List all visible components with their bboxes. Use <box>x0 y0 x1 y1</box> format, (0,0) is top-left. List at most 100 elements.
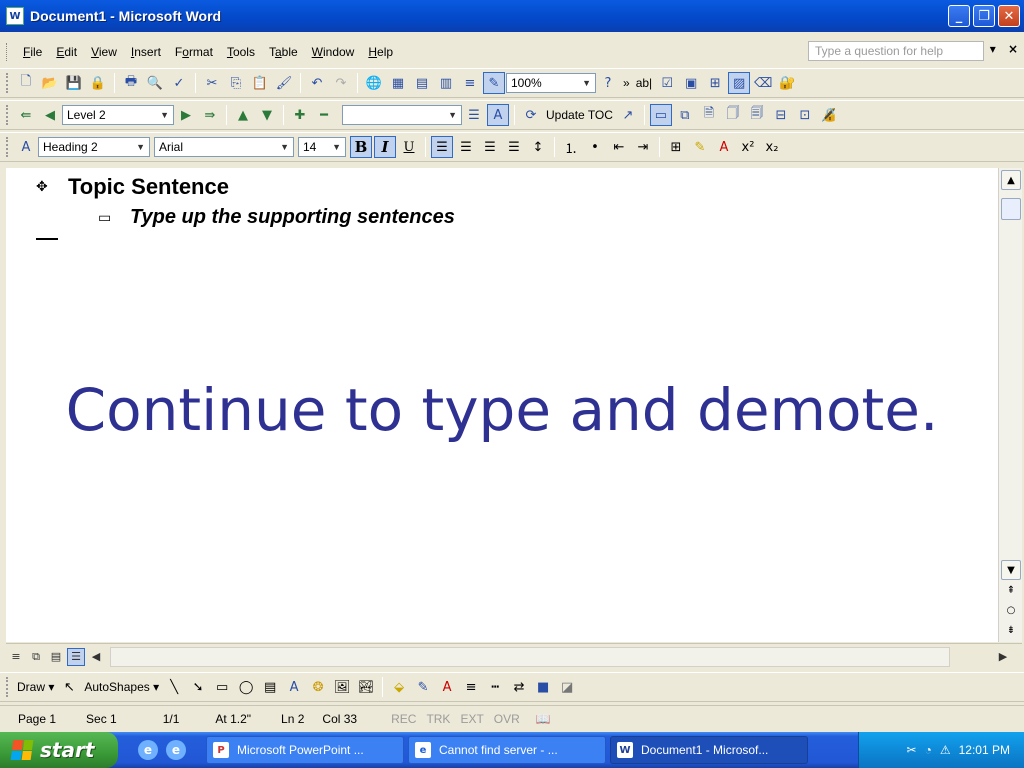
menu-table[interactable]: Table <box>262 43 305 61</box>
subscript-icon[interactable]: x₂ <box>761 136 783 158</box>
lock-document-icon[interactable]: 🔏 <box>818 104 840 126</box>
drawing-icon[interactable]: ✎ <box>483 72 505 94</box>
font-color-icon[interactable]: A <box>436 676 458 698</box>
print-preview-icon[interactable]: 🔍 <box>144 72 166 94</box>
line-spacing-icon[interactable]: ↕ <box>527 136 549 158</box>
menu-edit[interactable]: Edit <box>49 43 84 61</box>
spelling-icon[interactable]: ✓ <box>168 72 190 94</box>
underline-button[interactable]: U <box>398 136 420 158</box>
outline-heading-level2[interactable]: ▭ Type up the supporting sentences <box>98 206 455 229</box>
split-subdocument-icon[interactable]: ⊡ <box>794 104 816 126</box>
collapse-subdocuments-icon[interactable]: ⧉ <box>674 104 696 126</box>
select-objects-icon[interactable]: ↖ <box>58 676 80 698</box>
show-first-line-only-icon[interactable]: ☰ <box>463 104 485 126</box>
permission-icon[interactable]: 🔒 <box>87 72 109 94</box>
outline-level-select[interactable]: Level 2 ▼ <box>62 105 174 125</box>
network-tray-icon[interactable]: ◔ <box>925 743 932 757</box>
scissors-tray-icon[interactable]: ✂ <box>907 743 917 757</box>
insert-picture-icon[interactable]: 🏞 <box>355 676 377 698</box>
reset-form-fields-icon[interactable]: ⌫ <box>752 72 774 94</box>
vertical-scrollbar[interactable]: ▲ ▼ ⇞ ○ ⇟ <box>998 168 1022 642</box>
italic-button[interactable]: I <box>374 136 396 158</box>
promote-icon[interactable]: ◀ <box>39 104 61 126</box>
demote-to-body-icon[interactable]: ⇛ <box>199 104 221 126</box>
show-level-select[interactable]: ▼ <box>342 105 462 125</box>
print-icon[interactable]: 🖶 <box>120 72 142 94</box>
cut-icon[interactable]: ✂ <box>201 72 223 94</box>
toolbar-grip[interactable] <box>6 73 10 93</box>
scroll-left-icon[interactable]: ◀ <box>87 648 105 666</box>
toolbar-options-chevron[interactable]: » <box>620 76 633 90</box>
oval-icon[interactable]: ◯ <box>235 676 257 698</box>
web-layout-view-icon[interactable]: ⧉ <box>27 648 45 666</box>
arrow-style-icon[interactable]: ⇄ <box>508 676 530 698</box>
close-button[interactable]: ✕ <box>998 5 1020 27</box>
go-to-toc-icon[interactable]: ↗ <box>617 104 639 126</box>
minimize-button[interactable]: _ <box>948 5 970 27</box>
print-layout-view-icon[interactable]: ▤ <box>47 648 65 666</box>
status-record-macro[interactable]: REC <box>357 712 416 726</box>
hyperlink-icon[interactable]: 🌐 <box>363 72 385 94</box>
collapse-icon[interactable]: ━ <box>313 104 335 126</box>
scroll-up-icon[interactable]: ▲ <box>1001 170 1021 190</box>
styles-and-formatting-icon[interactable]: A <box>15 136 37 158</box>
update-toc-icon[interactable]: ⟳ <box>520 104 542 126</box>
clip-art-icon[interactable]: 🖼 <box>331 676 353 698</box>
dash-style-icon[interactable]: ┅ <box>484 676 506 698</box>
zoom-select[interactable]: 100% ▼ <box>506 73 596 93</box>
new-document-icon[interactable]: 🗋 <box>15 72 37 94</box>
superscript-icon[interactable]: x² <box>737 136 759 158</box>
normal-view-icon[interactable]: ≡ <box>7 648 25 666</box>
move-up-icon[interactable]: ▲ <box>232 104 254 126</box>
arrow-icon[interactable]: ➘ <box>187 676 209 698</box>
menu-window[interactable]: Window <box>305 43 362 61</box>
menu-view[interactable]: View <box>84 43 124 61</box>
menu-format[interactable]: Format <box>168 43 220 61</box>
increase-indent-icon[interactable]: ⇥ <box>632 136 654 158</box>
menu-tools[interactable]: Tools <box>220 43 262 61</box>
numbering-icon[interactable]: ⒈ <box>560 136 582 158</box>
rectangle-icon[interactable]: ▭ <box>211 676 233 698</box>
bullets-icon[interactable]: • <box>584 136 606 158</box>
justify-icon[interactable]: ☰ <box>503 136 525 158</box>
expand-outline-icon[interactable]: ✥ <box>36 179 50 195</box>
style-select[interactable]: Heading 2 ▼ <box>38 137 150 157</box>
restore-button[interactable]: ❐ <box>973 5 995 27</box>
line-color-icon[interactable]: ✎ <box>412 676 434 698</box>
align-center-icon[interactable]: ☰ <box>455 136 477 158</box>
remove-subdocument-icon[interactable]: 🗍 <box>722 104 744 126</box>
align-left-icon[interactable]: ☰ <box>431 136 453 158</box>
collapsed-outline-icon[interactable]: ▭ <box>98 210 112 226</box>
create-subdocument-icon[interactable]: 🗎 <box>698 104 720 126</box>
undo-icon[interactable]: ↶ <box>306 72 328 94</box>
toolbar-grip[interactable] <box>6 105 10 125</box>
outline-view-icon[interactable]: ☰ <box>67 647 85 666</box>
copy-icon[interactable]: ⎘ <box>225 72 247 94</box>
open-folder-icon[interactable]: 📂 <box>39 72 61 94</box>
insert-excel-icon[interactable]: ▥ <box>435 72 457 94</box>
form-field-options-icon[interactable]: ⊞ <box>704 72 726 94</box>
highlight-icon[interactable]: ✎ <box>689 136 711 158</box>
update-toc-button[interactable]: Update TOC <box>543 108 616 122</box>
status-track-changes[interactable]: TRK <box>416 712 450 726</box>
font-select[interactable]: Arial ▼ <box>154 137 294 157</box>
wordart-icon[interactable]: A <box>283 676 305 698</box>
line-icon[interactable]: ╲ <box>163 676 185 698</box>
autoshapes-menu-button[interactable]: AutoShapes ▾ <box>81 680 162 694</box>
toolbar-grip[interactable] <box>6 137 10 157</box>
spelling-status-icon[interactable]: 📖 <box>520 712 551 726</box>
insert-subdocument-icon[interactable]: 🗐 <box>746 104 768 126</box>
status-overtype[interactable]: OVR <box>484 712 520 726</box>
save-icon[interactable]: 💾 <box>63 72 85 94</box>
insert-table-icon[interactable]: ▤ <box>411 72 433 94</box>
menu-file[interactable]: File <box>16 43 49 61</box>
menu-insert[interactable]: Insert <box>124 43 168 61</box>
outlook-express-icon[interactable]: e <box>166 740 186 760</box>
taskbar-item-powerpoint[interactable]: P Microsoft PowerPoint ... <box>206 736 404 764</box>
decrease-indent-icon[interactable]: ⇤ <box>608 136 630 158</box>
scroll-right-icon[interactable]: ▶ <box>994 648 1012 666</box>
draw-menu-button[interactable]: Draw ▾ <box>14 680 57 694</box>
move-down-icon[interactable]: ▼ <box>256 104 278 126</box>
document-area[interactable]: ✥ Topic Sentence ▭ Type up the supportin… <box>6 168 998 642</box>
redo-icon[interactable]: ↷ <box>330 72 352 94</box>
